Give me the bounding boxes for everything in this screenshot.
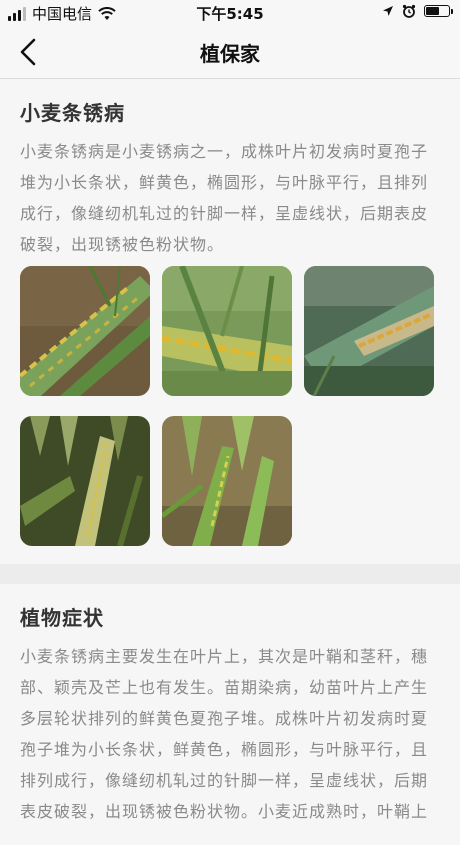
image-gallery [20,266,440,546]
section-text: 小麦条锈病主要发生在叶片上，其次是叶鞘和茎秆，穗部、颖壳及芒上也有发生。苗期染病… [20,647,429,821]
content-scroll[interactable]: 小麦条锈病 小麦条锈病是小麦锈病之一，成株叶片初发病时夏孢子堆为小长条状，鲜黄色… [0,79,460,845]
disease-photo-4[interactable] [20,416,150,546]
disease-photo-1[interactable] [20,266,150,396]
battery-fill [426,7,440,15]
section-text: 小麦条锈病是小麦锈病之一，成株叶片初发病时夏孢子堆为小长条状，鲜黄色，椭圆形，与… [20,142,429,254]
disease-photo-3[interactable] [304,266,434,396]
section-title: 植物症状 [20,606,104,630]
section-symptoms: 植物症状 小麦条锈病主要发生在叶片上，其次是叶鞘和茎秆，穗部、颖壳及芒上也有发生… [0,584,460,845]
disease-photo-5[interactable] [162,416,292,546]
battery-icon [424,5,453,17]
status-bar: 中国电信 下午5:45 [0,0,460,26]
status-right [382,4,453,18]
section-disease-intro: 小麦条锈病 小麦条锈病是小麦锈病之一，成株叶片初发病时夏孢子堆为小长条状，鲜黄色… [0,79,460,564]
nav-bar: 植保家 [0,26,460,79]
disease-photo-2[interactable] [162,266,292,396]
page-title: 植保家 [200,42,260,66]
section-divider [0,564,460,584]
alarm-icon [402,4,416,18]
location-arrow-icon [383,6,393,16]
section-title: 小麦条锈病 [20,101,125,125]
